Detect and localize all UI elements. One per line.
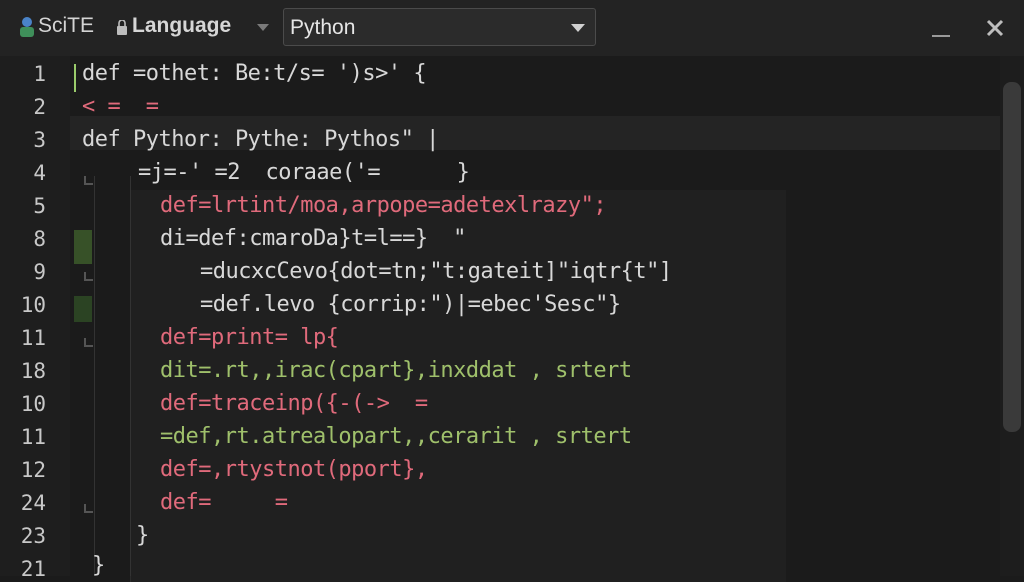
line-number: 12 <box>20 458 46 482</box>
code-line: =ducxcCevo{dot=tn;"t:gateit]"iqtr{t"] <box>200 259 672 284</box>
line-number: 24 <box>20 491 46 515</box>
code-line: def=lrtint/moa,arpope=adetexlrazy"; <box>160 193 607 218</box>
line-number: 4 <box>33 161 46 185</box>
code-line: def= = <box>160 490 288 515</box>
close-icon[interactable] <box>984 17 1006 39</box>
code-line: < = = <box>82 94 159 119</box>
code-line: =def.levo {corrip:")|=ebec'Sesc"} <box>200 292 621 317</box>
code-line: dit=.rt,,irac(cpart},inxddat , srtert <box>160 358 632 383</box>
code-line: def=,rtystnot(pport}, <box>160 457 428 482</box>
line-number: 3 <box>33 128 46 152</box>
text-cursor <box>74 64 76 92</box>
line-number: 1 <box>33 62 46 86</box>
line-number: 9 <box>33 260 46 284</box>
chevron-down-icon[interactable] <box>257 24 269 32</box>
language-select[interactable]: Python <box>283 8 596 46</box>
code-line: def =othet: Be:t/s= ')s>' { <box>82 61 427 86</box>
scrollbar-thumb[interactable] <box>1003 82 1021 432</box>
line-number: 2 <box>33 95 46 119</box>
indent-guide <box>130 176 131 576</box>
code-line: =j=-' =2 coraae('= } <box>138 160 470 185</box>
line-number: 11 <box>20 326 46 350</box>
code-line: def=print= lp{ <box>160 325 339 350</box>
language-label: Language <box>132 14 232 37</box>
app-name: SciTE <box>38 14 95 37</box>
line-number: 8 <box>33 227 46 251</box>
line-number: 10 <box>20 293 46 317</box>
code-line: di=def:cmaroDa}t=l==} " <box>160 226 466 251</box>
minimize-icon[interactable] <box>930 24 952 38</box>
chevron-down-icon <box>571 24 585 32</box>
line-number-gutter[interactable]: 1 2 3 4 5 8 9 10 11 18 10 11 12 24 23 21 <box>0 56 70 581</box>
line-number: 23 <box>20 524 46 548</box>
line-number: 10 <box>20 392 46 416</box>
code-line: def=traceinp({-(-> = <box>160 391 428 416</box>
line-number: 21 <box>20 557 46 581</box>
code-editor[interactable]: def =othet: Be:t/s= ')s>' { < = = def Py… <box>70 56 1000 582</box>
code-line: def Pythor: Pythe: Pythos" | <box>82 127 439 152</box>
code-line: } <box>92 553 105 578</box>
indent-guide <box>94 176 95 576</box>
language-select-value: Python <box>290 16 356 39</box>
code-line: } <box>136 523 149 548</box>
scite-logo-icon <box>20 17 34 37</box>
title-bar: SciTE Language Python <box>0 0 1024 56</box>
language-icon <box>117 20 127 35</box>
line-number: 18 <box>20 359 46 383</box>
code-line: =def,rt.atrealopart,,cerarit , srtert <box>160 424 632 449</box>
line-number: 11 <box>20 425 46 449</box>
line-number: 5 <box>33 194 46 218</box>
